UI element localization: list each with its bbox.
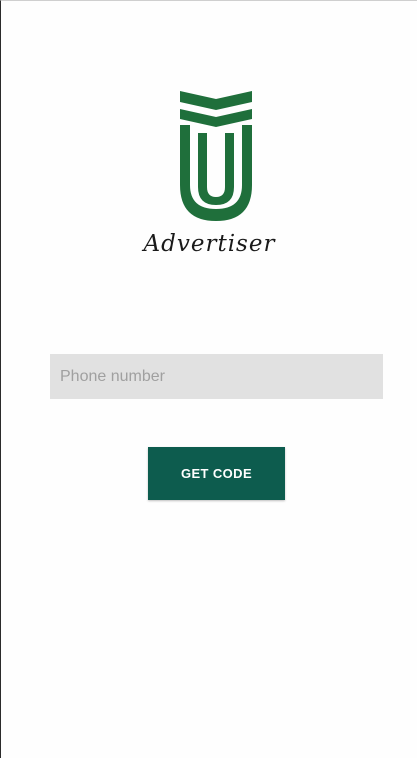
get-code-button[interactable]: GET CODE (148, 447, 285, 500)
brand-name: Advertiser (143, 231, 276, 257)
login-screen: Advertiser GET CODE (0, 0, 417, 758)
phone-number-input[interactable] (50, 354, 383, 399)
advertiser-logo-icon (176, 89, 256, 223)
